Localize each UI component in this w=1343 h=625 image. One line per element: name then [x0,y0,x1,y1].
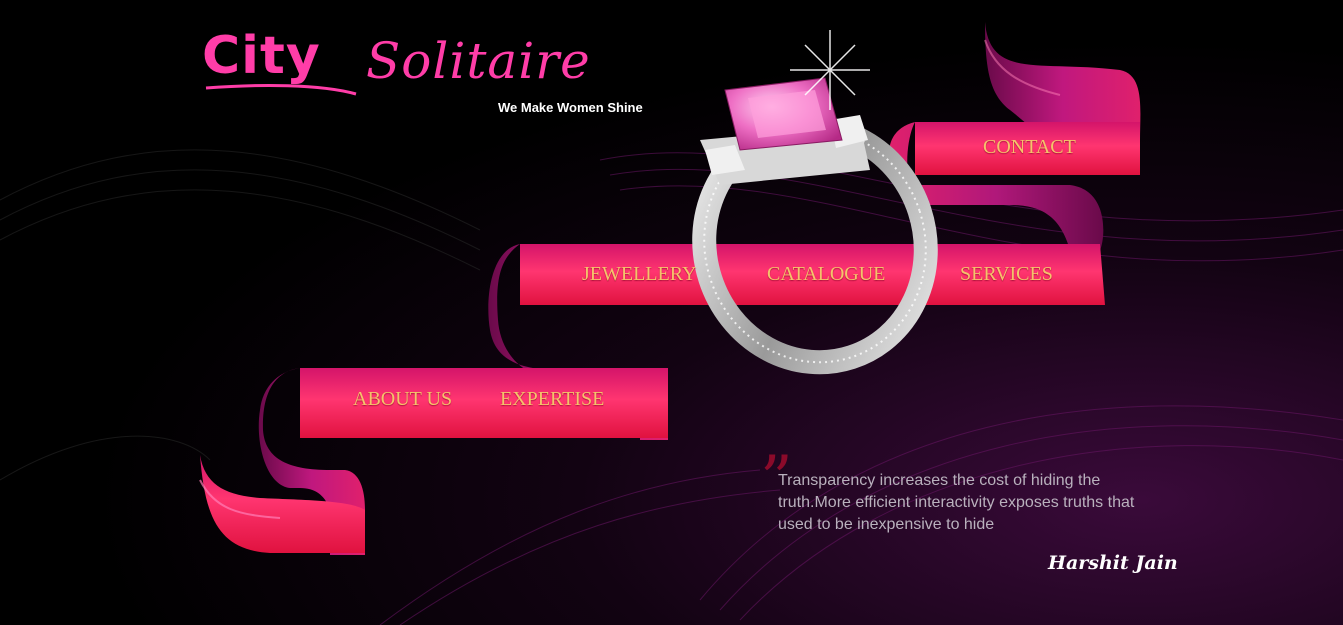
nav-jewellery[interactable]: JEWELLERY [582,263,696,286]
quote-author: Harshit Jain [1048,552,1178,574]
quote-text: Transparency increases the cost of hidin… [778,472,1135,533]
nav-about-us[interactable]: ABOUT US [353,388,452,411]
brand-tagline: We Make Women Shine [498,100,643,115]
nav-expertise[interactable]: EXPERTISE [500,388,604,411]
nav-contact[interactable]: CONTACT [983,136,1076,159]
nav-catalogue[interactable]: CATALOGUE [767,263,885,286]
nav-services[interactable]: SERVICES [960,263,1053,286]
hero-stage: City Solitaire We Make Women Shine CONTA… [0,0,1343,625]
